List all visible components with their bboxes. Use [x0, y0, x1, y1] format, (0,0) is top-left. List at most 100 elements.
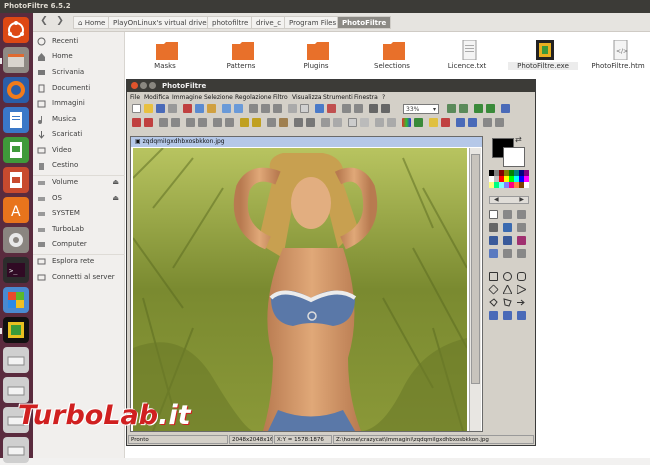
rgb-icon[interactable]	[402, 118, 411, 127]
new-icon[interactable]	[132, 104, 141, 113]
sidebar-item-documenti[interactable]: Documenti	[33, 82, 125, 96]
menu-modifica[interactable]: Modifica	[144, 94, 169, 101]
impress-icon[interactable]	[3, 167, 29, 193]
smudge-icon[interactable]	[503, 249, 512, 258]
blur-icon[interactable]	[294, 118, 303, 127]
round-rect-select-icon[interactable]	[517, 272, 526, 281]
brightness-plus-icon[interactable]	[159, 118, 168, 127]
canvas-size-icon[interactable]	[261, 104, 270, 113]
eject-icon[interactable]: ⏏	[112, 178, 119, 186]
file-item-licence[interactable]: Licence.txt	[432, 38, 502, 78]
zoom-in-icon[interactable]	[447, 104, 456, 113]
redo-icon[interactable]	[234, 104, 243, 113]
palette-nav[interactable]: ◀ ▶	[489, 196, 529, 204]
sidebar-item-os[interactable]: OS ⏏	[33, 192, 125, 206]
grayscale-icon[interactable]	[267, 118, 276, 127]
ellipse-select-icon[interactable]	[503, 272, 512, 281]
sepia-icon[interactable]	[279, 118, 288, 127]
clone-icon[interactable]	[517, 249, 526, 258]
sidebar-item-computer[interactable]: Computer	[33, 238, 125, 252]
aquarelle-icon[interactable]	[375, 118, 384, 127]
grid-icon[interactable]	[315, 104, 324, 113]
undo-icon[interactable]	[222, 104, 231, 113]
crop-icon[interactable]	[273, 104, 282, 113]
flip-icon[interactable]	[369, 104, 378, 113]
crumb-home[interactable]: ⌂ Home	[73, 16, 111, 29]
swap-colors-icon[interactable]: ⇄	[515, 135, 522, 144]
sidebar-item-system[interactable]: SYSTEM	[33, 207, 125, 221]
advanced-brush-icon[interactable]	[503, 236, 512, 245]
crumb-playonlinux[interactable]: PlayOnLinux's virtual drives	[108, 16, 216, 29]
print-icon[interactable]	[168, 104, 177, 113]
file-item-photofiltre-exe[interactable]: PhotoFiltre.exe	[508, 38, 578, 78]
menu-finestra[interactable]: Finestra	[354, 94, 378, 101]
software-center-icon[interactable]: A	[3, 197, 29, 223]
menu-immagine[interactable]: Immagine	[172, 94, 202, 101]
image-size-icon[interactable]	[249, 104, 258, 113]
saturation-plus-icon[interactable]	[213, 118, 222, 127]
file-item-patterns[interactable]: Patterns	[206, 38, 276, 78]
settings-icon[interactable]	[3, 227, 29, 253]
save-icon[interactable]	[156, 104, 165, 113]
sidebar-item-scrivania[interactable]: Scrivania	[33, 66, 125, 80]
eraser-icon[interactable]	[517, 236, 526, 245]
menu-help[interactable]: ?	[382, 94, 385, 101]
frame-icon[interactable]	[456, 118, 465, 127]
option-1-icon[interactable]	[489, 311, 498, 320]
saturation-minus-icon[interactable]	[225, 118, 234, 127]
writer-icon[interactable]	[3, 107, 29, 133]
menu-filtro[interactable]: Filtro	[273, 94, 288, 101]
brush-icon[interactable]	[489, 236, 498, 245]
emboss-icon[interactable]	[348, 118, 357, 127]
fill-icon[interactable]	[503, 223, 512, 232]
crayon-icon[interactable]	[387, 118, 396, 127]
spray-icon[interactable]	[517, 223, 526, 232]
sidebar-item-immagini[interactable]: Immagini	[33, 97, 125, 111]
outline-icon[interactable]	[495, 118, 504, 127]
selection-icon[interactable]	[288, 104, 297, 113]
gradient-icon[interactable]	[429, 118, 438, 127]
auto-levels-icon[interactable]	[132, 118, 141, 127]
pointer-icon[interactable]	[489, 210, 498, 219]
forward-icon[interactable]: ❯	[54, 16, 66, 28]
zoom-out-icon[interactable]	[459, 104, 468, 113]
crumb-drive-c[interactable]: drive_c	[251, 16, 287, 29]
sidebar-item-cestino[interactable]: Cestino	[33, 159, 125, 173]
auto-contrast-icon[interactable]	[144, 118, 153, 127]
file-item-masks[interactable]: Masks	[130, 38, 200, 78]
playonlinux-icon[interactable]	[3, 287, 29, 313]
file-item-selections[interactable]: Selections	[357, 38, 427, 78]
sidebar-item-video[interactable]: Video	[33, 144, 125, 158]
close-icon[interactable]	[131, 82, 138, 89]
text-icon[interactable]	[300, 104, 309, 113]
crumb-program-files[interactable]: Program Files	[284, 16, 342, 29]
eject-icon[interactable]: ⏏	[112, 194, 119, 202]
gamma-plus-icon[interactable]	[240, 118, 249, 127]
line-icon[interactable]	[489, 223, 498, 232]
calc-icon[interactable]	[3, 137, 29, 163]
color-palette[interactable]	[489, 170, 531, 194]
rotate-icon[interactable]	[354, 104, 363, 113]
flip-vertical-icon[interactable]	[381, 104, 390, 113]
maximize-icon[interactable]	[149, 82, 156, 89]
back-icon[interactable]: ❮	[38, 16, 50, 28]
layers-icon[interactable]	[342, 104, 351, 113]
palette-icon[interactable]	[327, 104, 336, 113]
crumb-photofiltre-current[interactable]: PhotoFiltre	[337, 16, 392, 29]
gamma-minus-icon[interactable]	[252, 118, 261, 127]
polygon-select-icon[interactable]	[503, 298, 512, 307]
fullscreen-icon[interactable]	[501, 104, 510, 113]
sidebar-item-turbolab[interactable]: TurboLab	[33, 223, 125, 237]
dither-icon[interactable]	[321, 118, 330, 127]
arrow-shape-icon[interactable]	[517, 298, 526, 307]
rect-select-icon[interactable]	[489, 272, 498, 281]
contrast-minus-icon[interactable]	[198, 118, 207, 127]
menu-selezione[interactable]: Selezione	[204, 94, 233, 101]
scrollbar-thumb[interactable]	[471, 154, 480, 384]
background-color[interactable]	[503, 147, 525, 167]
sidebar-item-connetti-server[interactable]: Connetti al server	[33, 271, 125, 285]
sidebar-item-scaricati[interactable]: Scaricati	[33, 128, 125, 142]
sidebar-item-home[interactable]: Home	[33, 50, 125, 64]
sidebar-item-musica[interactable]: Musica	[33, 113, 125, 127]
magic-wand-icon[interactable]	[517, 210, 526, 219]
